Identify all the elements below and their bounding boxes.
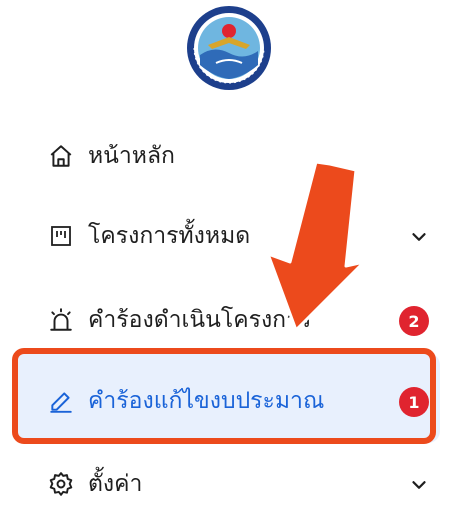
organization-seal-logo xyxy=(187,6,271,90)
gear-icon xyxy=(46,469,76,499)
menu-item-label: ตั้งค่า xyxy=(88,471,143,497)
menu-item-label: หน้าหลัก xyxy=(88,143,175,169)
menu-item-label: คำร้องดำเนินโครงการ xyxy=(88,307,312,333)
sidebar-menu: หน้าหลัก โครงการทั้งหมด คำร้องดำเนินโครง… xyxy=(0,0,458,515)
chevron-down-icon[interactable] xyxy=(408,474,430,496)
chevron-down-icon[interactable] xyxy=(408,226,430,248)
highlight-box xyxy=(12,348,436,444)
notification-badge: 2 xyxy=(399,306,429,336)
menu-item-label: โครงการทั้งหมด xyxy=(88,223,251,249)
kanban-icon xyxy=(46,221,76,251)
menu-item-settings[interactable]: ตั้งค่า xyxy=(46,464,142,504)
menu-item-project-requests[interactable]: คำร้องดำเนินโครงการ xyxy=(46,300,311,340)
alarm-light-icon xyxy=(46,305,76,335)
menu-item-all-projects[interactable]: โครงการทั้งหมด xyxy=(46,216,250,256)
menu-item-home[interactable]: หน้าหลัก xyxy=(46,136,175,176)
home-icon xyxy=(46,141,76,171)
